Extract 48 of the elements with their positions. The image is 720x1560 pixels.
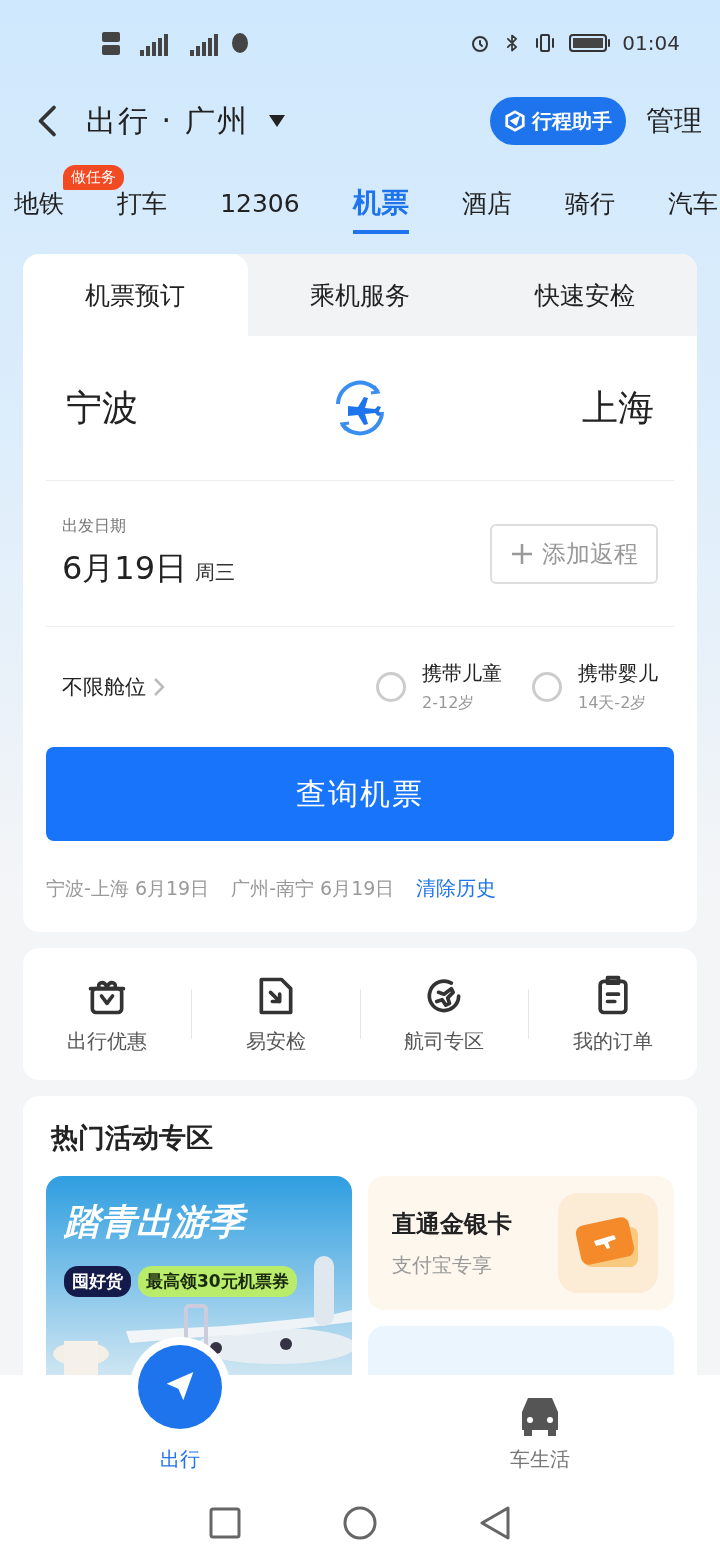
clock: 01:04 [622,31,680,55]
radio-button[interactable] [532,672,562,702]
clear-history-link[interactable]: 清除历史 [416,875,497,902]
hexagon-icon [504,110,526,132]
category-tab[interactable]: 机票 [352,176,409,234]
category-tab[interactable]: 酒店 [461,178,512,232]
home-button[interactable] [342,1504,378,1541]
banner-tag: 囤好货 [64,1266,131,1297]
back-button[interactable] [478,1504,512,1541]
ticket-icon [558,1193,658,1293]
option-label[interactable]: 携带婴儿 [578,660,658,687]
promo-subtitle: 支付宝专享 [392,1251,493,1279]
arrival-city[interactable]: 上海 [582,383,654,433]
shortcut-button[interactable]: 我的订单 [529,972,697,1056]
trip-assistant-button[interactable]: 行程助手 [490,97,626,145]
category-tab[interactable]: 地铁 [14,178,64,232]
date-label: 出发日期 [62,516,127,537]
weekday: 周三 [195,560,236,584]
category-tab[interactable]: 汽车 [668,178,718,232]
coupon-offer: 最高领30元机票券 [138,1266,297,1297]
category-tab[interactable]: 骑行 [564,178,615,232]
category-tab[interactable]: 12306 [220,180,300,230]
page-title[interactable]: 出行 · 广州 [86,100,249,142]
service-tab[interactable]: 机票预订 [23,254,248,336]
age-range: 2-12岁 [422,693,476,714]
cabin-selector[interactable]: 不限舱位 [62,673,166,701]
promo-card[interactable]: 直通金银卡 支付宝专享 [368,1176,674,1310]
recents-button[interactable] [208,1505,242,1540]
shortcut-button[interactable]: 航司专区 [360,972,529,1056]
service-tab[interactable]: 快速安检 [472,254,697,336]
departure-date[interactable]: 6月19日 [62,549,188,587]
age-range: 14天-2岁 [578,693,648,714]
option-label[interactable]: 携带儿童 [422,660,502,687]
dropdown-icon[interactable] [268,115,285,127]
shortcut-button[interactable]: 易安检 [191,972,360,1056]
nav-tab[interactable]: 车生活 [360,1375,720,1485]
task-badge: 做任务 [63,164,125,190]
section-title: 热门活动专区 [49,1121,214,1155]
promo-title: 直通金银卡 [392,1208,513,1240]
nav-tab[interactable]: 出行 [0,1375,360,1485]
shortcut-button[interactable]: 出行优惠 [23,972,191,1056]
manage-button[interactable]: 管理 [646,102,702,140]
departure-city[interactable]: 宁波 [66,383,138,433]
plus-icon [510,541,534,566]
search-flights-button[interactable]: 查询机票 [46,747,674,841]
service-tab[interactable]: 乘机服务 [247,254,473,336]
battery-icon [568,31,613,55]
radio-button[interactable] [376,672,406,702]
